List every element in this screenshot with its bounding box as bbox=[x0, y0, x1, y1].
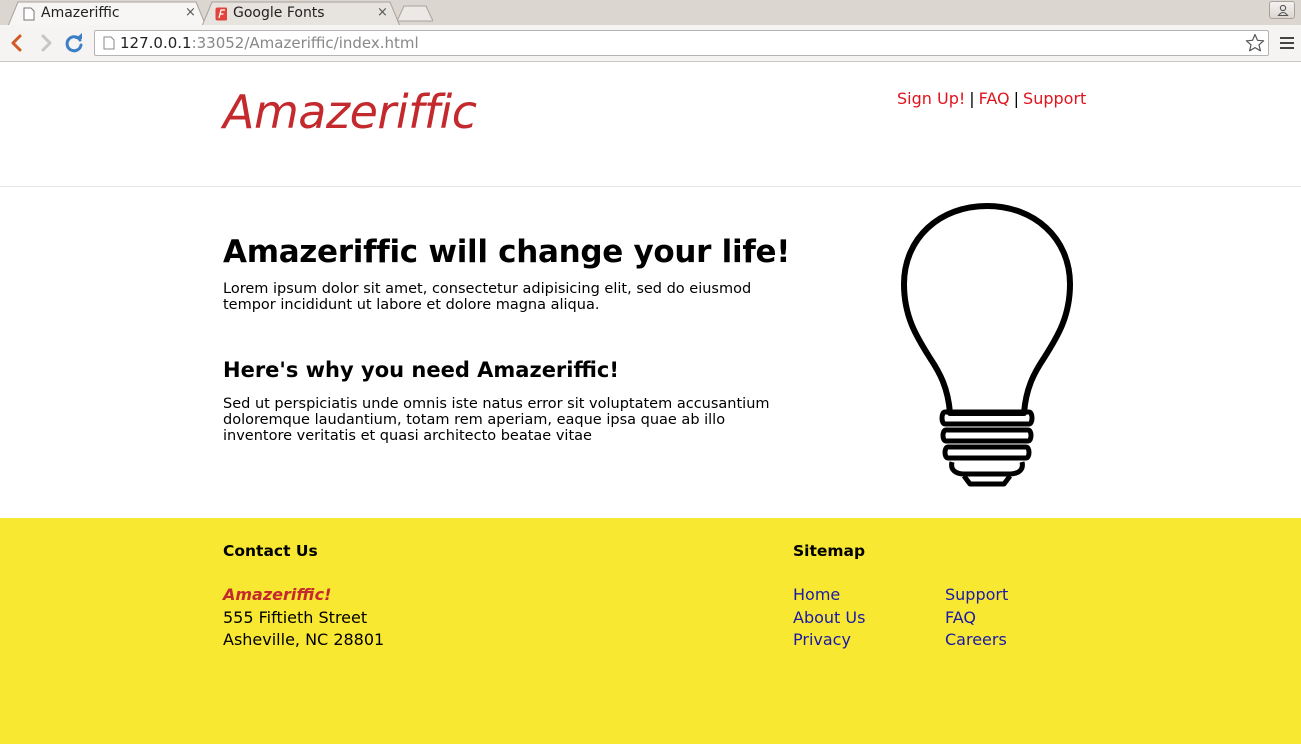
new-tab-button[interactable] bbox=[397, 1, 433, 26]
site-logo[interactable]: Amazeriffic bbox=[223, 85, 477, 139]
url-text: 127.0.0.1:33052/Amazeriffic/index.html bbox=[120, 34, 419, 52]
why-line: inventore veritatis et quasi architecto … bbox=[223, 428, 592, 444]
contact-heading: Contact Us bbox=[223, 542, 318, 560]
page-headline: Amazeriffic will change your life! bbox=[223, 234, 791, 270]
nav-separator: | bbox=[969, 89, 975, 108]
browser-toolbar: 127.0.0.1:33052/Amazeriffic/index.html bbox=[0, 25, 1301, 62]
sitemap-about-link[interactable]: About Us bbox=[793, 608, 865, 627]
top-nav: Sign Up! | FAQ | Support bbox=[897, 89, 1086, 108]
sitemap-support-link[interactable]: Support bbox=[945, 585, 1008, 604]
forward-arrow-icon[interactable] bbox=[34, 31, 58, 55]
url-path: :33052/Amazeriffic/index.html bbox=[191, 34, 419, 52]
tab-close-icon[interactable]: × bbox=[185, 5, 196, 20]
main-content: Amazeriffic will change your life! Lorem… bbox=[0, 188, 1301, 518]
intro-line: Lorem ipsum dolor sit amet, consectetur … bbox=[223, 281, 752, 297]
person-icon bbox=[1277, 4, 1289, 17]
bookmark-star-icon[interactable] bbox=[1245, 33, 1265, 53]
reload-icon[interactable] bbox=[62, 31, 86, 55]
profile-button[interactable] bbox=[1269, 1, 1295, 19]
tab-title: Google Fonts bbox=[233, 5, 325, 21]
google-fonts-icon bbox=[215, 7, 227, 21]
new-tab-icon bbox=[397, 5, 433, 22]
nav-signup-link[interactable]: Sign Up! bbox=[897, 89, 965, 108]
sitemap-faq-link[interactable]: FAQ bbox=[945, 608, 976, 627]
page: Amazeriffic Sign Up! | FAQ | Support Amazeri… bbox=[0, 63, 1301, 744]
sitemap-home-link[interactable]: Home bbox=[793, 585, 840, 604]
url-host: 127.0.0.1 bbox=[120, 34, 192, 52]
lightbulb-icon bbox=[901, 203, 1073, 487]
nav-faq-link[interactable]: FAQ bbox=[979, 89, 1010, 108]
address-bar[interactable]: 127.0.0.1:33052/Amazeriffic/index.html bbox=[94, 30, 1269, 56]
page-icon bbox=[23, 7, 35, 21]
tab-amazeriffic[interactable]: Amazeriffic × bbox=[8, 1, 206, 26]
browser-menu-icon[interactable] bbox=[1280, 37, 1294, 51]
nav-support-link[interactable]: Support bbox=[1023, 89, 1086, 108]
tab-google-fonts[interactable]: Google Fonts × bbox=[202, 1, 400, 26]
intro-line: tempor incididunt ut labore et dolore ma… bbox=[223, 297, 600, 313]
back-arrow-icon[interactable] bbox=[5, 31, 29, 55]
tab-strip: Amazeriffic × Google Fonts × bbox=[0, 0, 1301, 26]
intro-paragraph: Lorem ipsum dolor sit amet, consectetur … bbox=[223, 281, 783, 313]
sitemap-heading: Sitemap bbox=[793, 542, 866, 560]
sitemap-careers-link[interactable]: Careers bbox=[945, 630, 1007, 649]
why-heading: Here's why you need Amazeriffic! bbox=[223, 358, 619, 382]
site-header: Amazeriffic Sign Up! | FAQ | Support bbox=[0, 63, 1301, 187]
why-line: Sed ut perspiciatis unde omnis iste natu… bbox=[223, 396, 770, 412]
footer-city: Asheville, NC 28801 bbox=[223, 630, 385, 649]
page-icon bbox=[103, 36, 115, 50]
footer-company-name: Amazeriffic! bbox=[223, 585, 332, 604]
why-line: doloremque laudantium, totam rem aperiam… bbox=[223, 412, 726, 428]
tab-title: Amazeriffic bbox=[41, 5, 120, 21]
tab-close-icon[interactable]: × bbox=[377, 5, 388, 20]
nav-separator: | bbox=[1013, 89, 1020, 108]
footer-street: 555 Fiftieth Street bbox=[223, 608, 368, 627]
why-paragraph: Sed ut perspiciatis unde omnis iste natu… bbox=[223, 396, 783, 444]
site-footer: Contact Us Amazeriffic! 555 Fiftieth Str… bbox=[0, 518, 1301, 744]
sitemap-privacy-link[interactable]: Privacy bbox=[793, 630, 851, 649]
